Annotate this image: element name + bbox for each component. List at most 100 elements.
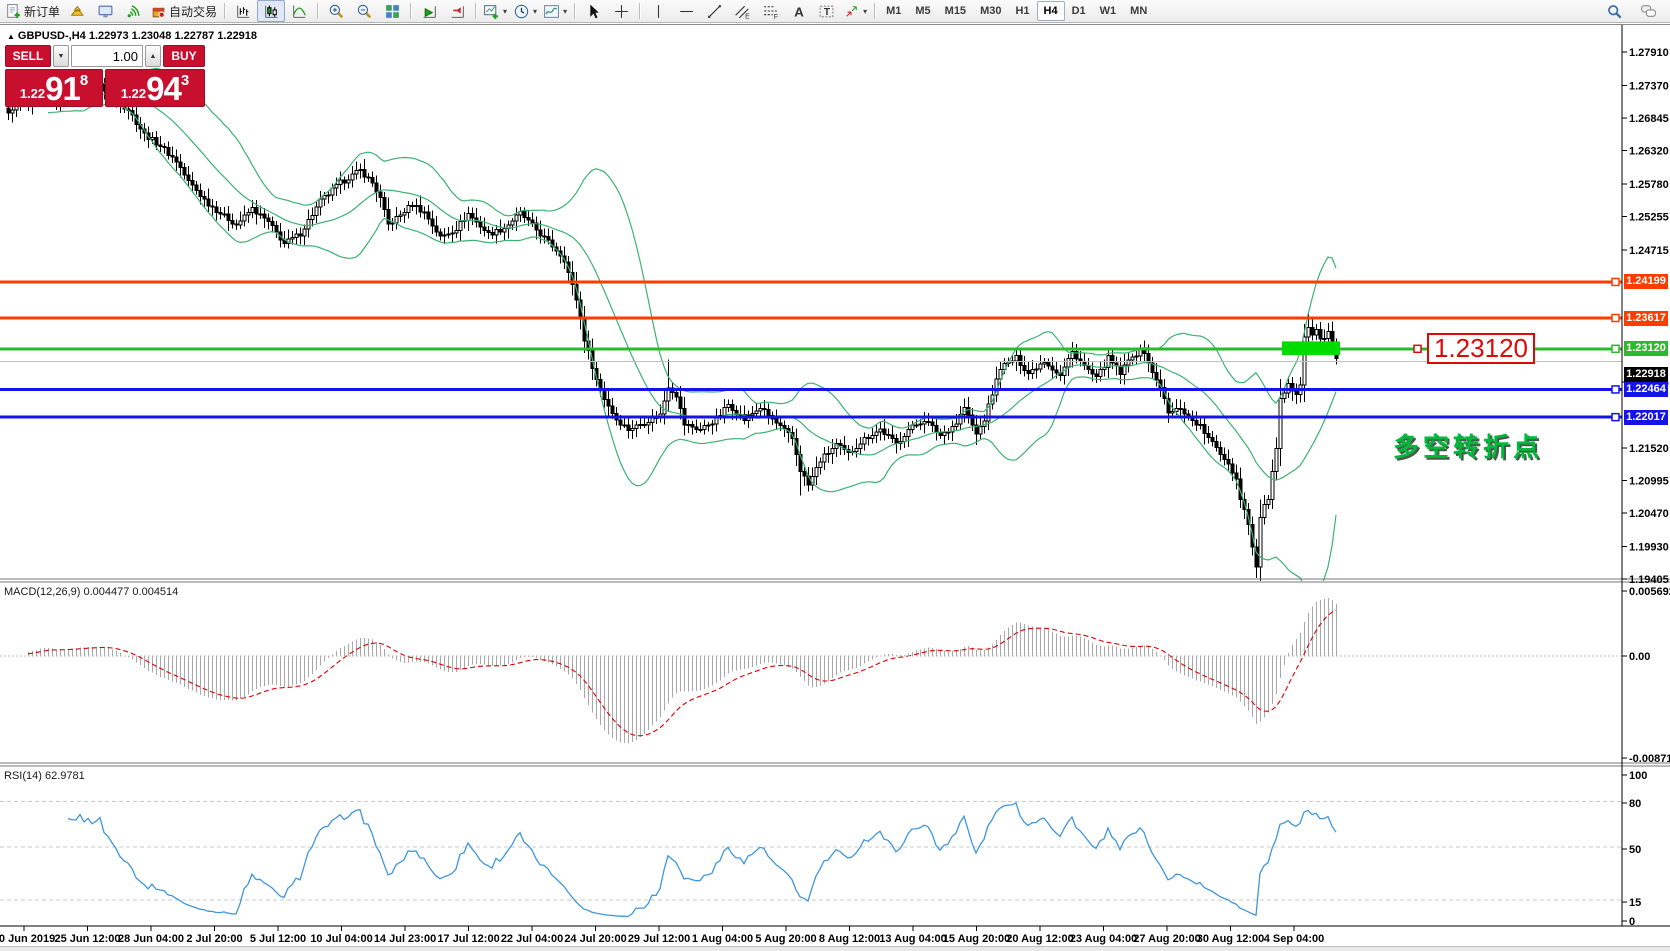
timeframe-button-m1[interactable]: M1: [879, 1, 908, 21]
bar-chart-button[interactable]: [229, 0, 257, 22]
svg-text:F: F: [773, 13, 777, 19]
autobox-icon: [150, 3, 167, 20]
price-tick-label: 1.26320: [1629, 146, 1669, 158]
price-callout-box[interactable]: 1.23120: [1427, 333, 1535, 364]
buy-button[interactable]: BUY: [163, 45, 205, 67]
line-chart-button[interactable]: [285, 0, 313, 22]
auto-trading-button[interactable]: 自动交易: [147, 0, 220, 22]
time-tick-label: 10 Jul 04:00: [310, 933, 372, 945]
callout-anchor-marker[interactable]: [1414, 345, 1421, 352]
main-price-panel[interactable]: [7, 68, 1338, 592]
channel-icon: E: [734, 3, 751, 20]
search-button[interactable]: [1600, 0, 1628, 22]
timeframe-button-m30[interactable]: M30: [973, 1, 1008, 21]
buy-price-big: 94: [146, 72, 181, 105]
timeframe-button-h4[interactable]: H4: [1037, 1, 1065, 21]
chat-button[interactable]: [1634, 0, 1662, 22]
volume-input[interactable]: [71, 45, 143, 67]
auto-scroll-button[interactable]: [415, 0, 443, 22]
trendline-button[interactable]: [700, 0, 728, 22]
time-tick-label: 23 Aug 04:00: [1070, 933, 1137, 945]
vertical-line-button[interactable]: [644, 0, 672, 22]
volume-decrease-button[interactable]: ▼: [53, 45, 69, 67]
trend-icon: [706, 3, 723, 20]
macd-panel[interactable]: [28, 598, 1337, 743]
tile-icon: [384, 3, 401, 20]
zoom-out-button[interactable]: [350, 0, 378, 22]
line-anchor-marker[interactable]: [1612, 345, 1619, 352]
gold-symbol-button[interactable]: [63, 0, 91, 22]
timeframe-button-mn[interactable]: MN: [1123, 1, 1154, 21]
timeframe-button-d1[interactable]: D1: [1065, 1, 1093, 21]
new-order-button[interactable]: 新订单: [2, 0, 63, 22]
horizontal-line-button[interactable]: [672, 0, 700, 22]
chevron-down-icon[interactable]: ▾: [863, 7, 867, 16]
toolbar-separator: [574, 3, 575, 19]
macd-tick-label: 0.00: [1629, 651, 1650, 663]
price-tick-label: 1.19405: [1629, 574, 1669, 586]
auto-trading-button-label: 自动交易: [169, 3, 217, 20]
candlestick-chart-button[interactable]: [257, 0, 285, 22]
chinese-annotation-text: 多空转折点: [1393, 427, 1543, 464]
chevron-down-icon[interactable]: ▾: [563, 7, 567, 16]
autoscroll-icon: [421, 3, 438, 20]
new-chart-button[interactable]: ▾: [480, 0, 510, 22]
tile-windows-button[interactable]: [378, 0, 406, 22]
timeframe-button-w1[interactable]: W1: [1093, 1, 1124, 21]
highlight-rectangle[interactable]: [1282, 341, 1340, 355]
macd-indicator-label: MACD(12,26,9) 0.004477 0.004514: [4, 586, 178, 598]
cursor-button[interactable]: [579, 0, 607, 22]
price-chart-canvas[interactable]: 1.279101.273701.268451.263201.257801.252…: [0, 25, 1670, 951]
shift-icon: [449, 3, 466, 20]
toolbar-separator: [317, 3, 318, 19]
bars-icon: [235, 3, 252, 20]
text-label-button[interactable]: T: [812, 0, 840, 22]
chevron-down-icon[interactable]: ▾: [533, 7, 537, 16]
timeframe-button-m15[interactable]: M15: [938, 1, 973, 21]
equidistant-channel-button[interactable]: E: [728, 0, 756, 22]
chevron-down-icon[interactable]: ▾: [503, 7, 507, 16]
price-tick-label: 1.26845: [1629, 113, 1669, 125]
line-anchor-marker[interactable]: [1612, 278, 1619, 285]
monitor-icon: [97, 3, 114, 20]
signals-button[interactable]: [119, 0, 147, 22]
buy-price-display[interactable]: 1.22943: [105, 69, 205, 107]
sell-button[interactable]: SELL: [5, 45, 51, 67]
price-tick-label: 1.27370: [1629, 80, 1669, 92]
buy-price-sup: 3: [181, 73, 189, 88]
line-anchor-marker[interactable]: [1612, 386, 1619, 393]
collapse-icon[interactable]: ▲: [7, 32, 15, 41]
sell-price-sup: 8: [80, 73, 88, 88]
time-tick-label: 25 Jun 12:00: [54, 933, 120, 945]
time-tick-label: 20 Aug 12:00: [1006, 933, 1073, 945]
toolbar-separator: [224, 3, 225, 19]
zoom-in-button[interactable]: [322, 0, 350, 22]
fibonacci-button[interactable]: F: [756, 0, 784, 22]
timeframe-button-h1[interactable]: H1: [1008, 1, 1036, 21]
time-tick-label: 28 Jun 04:00: [118, 933, 184, 945]
time-tick-label: 13 Aug 04:00: [879, 933, 946, 945]
arrows-button[interactable]: ▾: [840, 0, 870, 22]
crosshair-icon: [613, 3, 630, 20]
rsi-tick-label: 80: [1629, 798, 1641, 810]
line-anchor-marker[interactable]: [1612, 414, 1619, 421]
volume-increase-button[interactable]: ▲: [145, 45, 161, 67]
rsi-panel[interactable]: [68, 803, 1336, 917]
periods-button[interactable]: ▾: [510, 0, 540, 22]
one-click-trading-panel: SELL ▼ ▲ BUY 1.22918 1.22943: [5, 45, 205, 107]
market-watch-button[interactable]: [91, 0, 119, 22]
text-button[interactable]: A: [784, 0, 812, 22]
sell-price-big: 91: [45, 72, 80, 105]
time-tick-label: 27 Aug 20:00: [1133, 933, 1200, 945]
zoomin-icon: [328, 3, 345, 20]
sell-price-display[interactable]: 1.22918: [5, 69, 103, 107]
rsi-tick-label: 100: [1629, 770, 1647, 782]
arrows-icon: [843, 3, 860, 20]
templates-button[interactable]: ▾: [540, 0, 570, 22]
crosshair-button[interactable]: [607, 0, 635, 22]
timeframe-button-m5[interactable]: M5: [908, 1, 937, 21]
vline-icon: [650, 3, 667, 20]
price-tick-label: 1.27910: [1629, 47, 1669, 59]
line-anchor-marker[interactable]: [1612, 315, 1619, 322]
chart-shift-button[interactable]: [443, 0, 471, 22]
